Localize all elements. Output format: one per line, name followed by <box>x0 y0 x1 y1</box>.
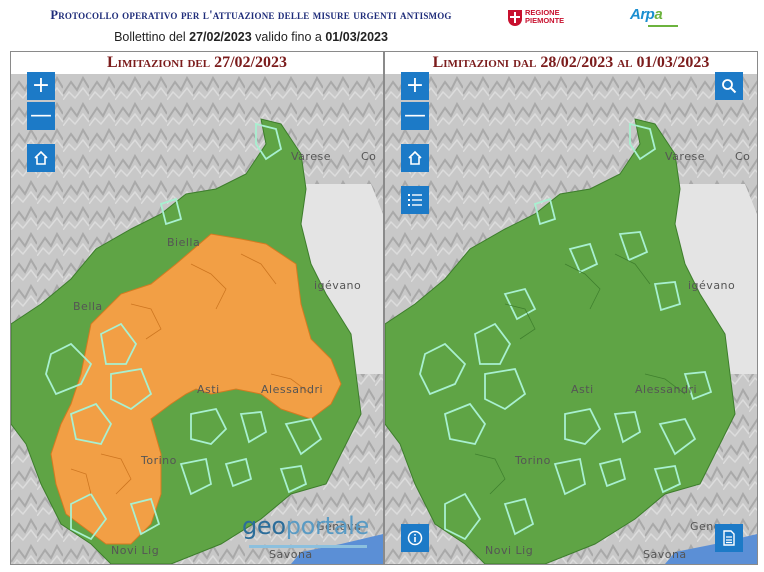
arpa-logo-underline <box>648 25 678 27</box>
regione-logo-line2: PIEMONTE <box>525 16 565 25</box>
document-button[interactable] <box>715 524 743 552</box>
map-today[interactable]: Varese Co igévano Asti Alessandri Torino… <box>11 74 383 564</box>
document-icon <box>723 530 735 546</box>
place-label-vigevano: igévano <box>314 279 362 292</box>
geoportale-underline <box>249 545 367 548</box>
place-label-vigevano: igévano <box>688 279 736 292</box>
place-label-bella: Bella <box>73 300 103 313</box>
map-canvas-forecast[interactable] <box>385 74 757 564</box>
place-label-torino: Torino <box>141 454 177 467</box>
place-label-alessandria: Alessandri <box>261 383 324 396</box>
zoom-out-button[interactable]: — <box>27 102 55 130</box>
map-forecast[interactable]: Varese Co igévano Asti Alessandri Torino… <box>385 74 757 564</box>
place-label-como: Co <box>361 150 377 163</box>
zoom-in-button[interactable]: + <box>27 72 55 100</box>
home-icon <box>408 150 422 165</box>
info-button[interactable] <box>401 524 429 552</box>
bulletin-date: 27/02/2023 <box>189 30 252 44</box>
bulletin-valid-until: 01/03/2023 <box>325 30 388 44</box>
zoom-in-button[interactable]: + <box>401 72 429 100</box>
panel-title-forecast: Limitazioni dal 28/02/2023 al 01/03/2023 <box>385 52 757 74</box>
place-label-alessandria: Alessandri <box>635 383 698 396</box>
place-label-savona: Savona <box>269 548 313 561</box>
map-panel-today: Limitazioni del 27/02/2023 Varese Co igé… <box>10 51 384 565</box>
regione-piemonte-logo[interactable]: REGIONE PIEMONTE <box>508 9 580 33</box>
search-button[interactable] <box>715 72 743 100</box>
place-label-novi-ligure: Novi Lig <box>111 544 160 557</box>
bulletin-prefix: Bollettino del <box>114 30 190 44</box>
home-icon <box>34 150 48 165</box>
place-label-biella: Biella <box>167 236 201 249</box>
arpa-logo[interactable]: Arpa <box>630 6 682 32</box>
geoportale-watermark-part1: geo <box>241 512 286 540</box>
panel-title-today: Limitazioni del 27/02/2023 <box>11 52 383 74</box>
bulletin-info: Bollettino del 27/02/2023 valido fino a … <box>0 30 502 44</box>
home-button[interactable] <box>27 144 55 172</box>
regione-shield-icon <box>508 10 522 26</box>
geoportale-watermark-part2: portale <box>285 512 370 540</box>
header: Protocollo operativo per l'attuazione de… <box>0 0 764 50</box>
place-label-asti: Asti <box>197 383 220 396</box>
search-icon <box>722 79 737 94</box>
place-label-varese: Varese <box>665 150 705 163</box>
map-panel-forecast: Limitazioni dal 28/02/2023 al 01/03/2023 <box>384 51 758 565</box>
info-icon <box>407 530 423 546</box>
place-label-varese: Varese <box>291 150 331 163</box>
geoportale-watermark: geoportale <box>242 512 369 540</box>
list-icon <box>408 194 422 206</box>
place-label-como: Co <box>735 150 751 163</box>
legend-list-button[interactable] <box>401 186 429 214</box>
page-title: Protocollo operativo per l'attuazione de… <box>50 8 452 22</box>
zoom-out-button[interactable]: — <box>401 102 429 130</box>
place-label-novi-ligure: Novi Lig <box>485 544 534 557</box>
home-button[interactable] <box>401 144 429 172</box>
arpa-logo-text-accent: a <box>654 6 663 23</box>
place-label-asti: Asti <box>571 383 594 396</box>
place-label-torino: Torino <box>515 454 551 467</box>
map-canvas-today[interactable] <box>11 74 383 564</box>
arpa-logo-text: Arp <box>630 6 655 23</box>
bulletin-mid: valido fino a <box>251 30 326 44</box>
place-label-savona: Savona <box>643 548 687 561</box>
